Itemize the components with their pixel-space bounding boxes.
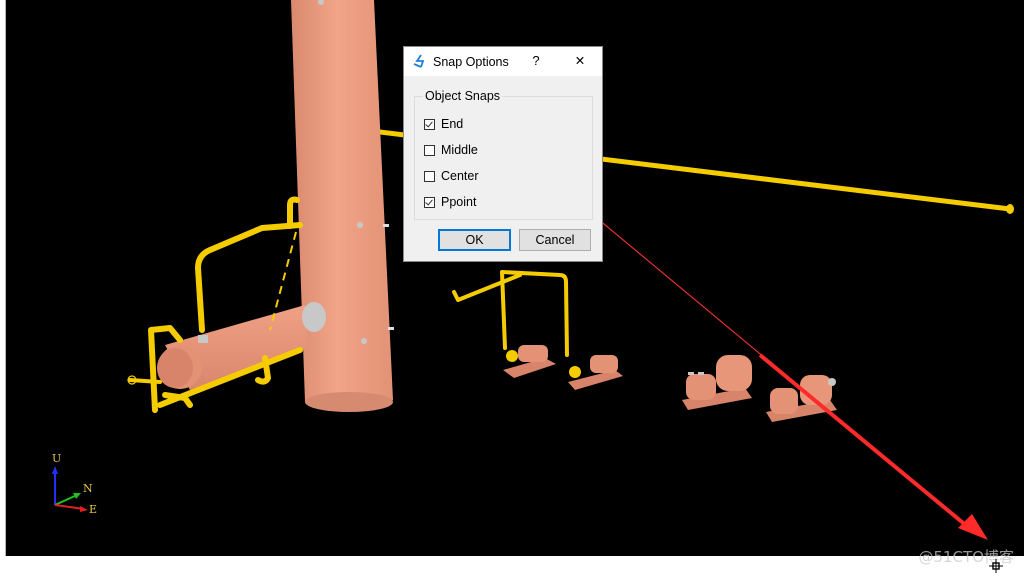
checkbox-center[interactable]: Center xyxy=(424,168,479,184)
checkbox-middle-box[interactable] xyxy=(424,144,435,156)
snap-app-icon xyxy=(413,54,425,68)
status-strip xyxy=(0,556,1024,576)
snap-options-dialog: Snap Options ? ✕ Object Snaps End Middle… xyxy=(403,46,603,262)
close-button[interactable]: ✕ xyxy=(568,50,592,72)
ok-button[interactable]: OK xyxy=(438,229,511,251)
object-snaps-label: Object Snaps xyxy=(423,89,503,103)
checkbox-end[interactable]: End xyxy=(424,116,463,132)
triad-label-north: N xyxy=(83,482,93,495)
triad-label-east: E xyxy=(89,503,98,516)
nozzle xyxy=(198,335,208,343)
checkbox-ppoint-label: Ppoint xyxy=(441,195,477,209)
pump-3 xyxy=(682,355,752,410)
triad-label-up: U xyxy=(52,452,62,465)
pump-1 xyxy=(503,345,556,378)
checkbox-end-box[interactable] xyxy=(424,118,435,130)
checkbox-center-label: Center xyxy=(441,169,479,183)
pump-4 xyxy=(766,375,837,422)
checkbox-ppoint[interactable]: Ppoint xyxy=(424,194,476,210)
checkbox-end-label: End xyxy=(441,117,464,131)
snap-crosshair-icon xyxy=(989,559,1003,573)
cancel-button[interactable]: Cancel xyxy=(519,229,591,251)
distillation-column xyxy=(291,0,394,412)
dialog-title-bar[interactable]: Snap Options ? ✕ xyxy=(404,47,602,76)
piping-middle xyxy=(452,270,569,357)
pump-2 xyxy=(568,355,623,390)
annotation-arrow xyxy=(585,208,988,540)
checkbox-middle-label: Middle xyxy=(441,143,478,157)
checkbox-middle[interactable]: Middle xyxy=(424,142,478,158)
dialog-title: Snap Options xyxy=(433,55,509,69)
checkbox-center-box[interactable] xyxy=(424,170,435,182)
checkbox-ppoint-box[interactable] xyxy=(424,196,435,208)
help-button[interactable]: ? xyxy=(528,51,544,71)
heat-exchanger xyxy=(157,302,326,390)
